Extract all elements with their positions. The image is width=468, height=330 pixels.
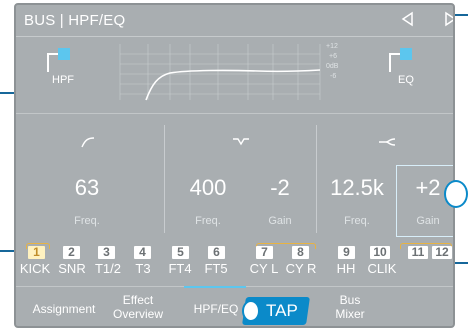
triangle-right-icon[interactable]	[440, 11, 453, 31]
page-title: BUS | HPF/EQ	[24, 12, 126, 29]
highpass-icon	[81, 137, 95, 148]
channel-8-button[interactable]: 8	[292, 246, 309, 259]
channel-7-button[interactable]: 7	[256, 246, 273, 259]
high-gain-label: Gain	[416, 215, 440, 227]
eq-graph-zone: HPF +12 +6 0dB -6 EQ	[16, 38, 453, 114]
channel-12-button[interactable]: 12	[432, 246, 452, 259]
title-bar: BUS | HPF/EQ	[16, 5, 453, 37]
channel-1-name: KICK	[19, 261, 51, 276]
hpf-slot-label: HPF	[52, 74, 74, 86]
channel-3-button[interactable]: 3	[98, 246, 115, 259]
hpf-freq-label: Freq.	[74, 215, 100, 227]
gain-touch-indicator	[444, 180, 468, 208]
device-panel: BUS | HPF/EQ HPF +12 +6 0dB -6 EQ 63 Fre…	[14, 3, 455, 328]
channel-6-name: FT5	[204, 261, 228, 276]
hpf-freq-value[interactable]: 63	[56, 175, 118, 201]
shelf-icon	[379, 138, 396, 146]
tab-label: Assignment	[32, 302, 96, 316]
divider	[316, 125, 317, 233]
tab-label: Bus	[339, 293, 361, 307]
db-label: +12	[326, 43, 338, 50]
mid-freq-label: Freq.	[195, 215, 221, 227]
tab-bar: Assignment Effect Overview HPF/EQ Bus Mi…	[16, 286, 453, 326]
triangle-left-icon[interactable]	[397, 11, 419, 31]
channel-4-name: T3	[135, 261, 151, 276]
channel-9-button[interactable]: 9	[338, 246, 355, 259]
mid-gain-label: Gain	[268, 215, 292, 227]
high-freq-value[interactable]: 12.5k	[322, 175, 392, 201]
channel-8-name: CY R	[285, 261, 317, 276]
channel-1-button[interactable]: 1	[28, 246, 45, 259]
channel-3-name: T1/2	[94, 261, 121, 276]
tab-label: HPF/EQ	[193, 302, 239, 316]
channel-2-name: SNR	[58, 261, 86, 276]
peak-icon	[233, 138, 249, 146]
channel-10-name: CLIK	[367, 261, 397, 276]
divider	[164, 125, 165, 233]
tab-bus-mixer[interactable]: Bus Mixer	[320, 287, 380, 326]
tab-label: Effect	[122, 293, 154, 307]
tab-label-line2: Overview	[112, 307, 163, 321]
db-label: 0dB	[326, 63, 339, 70]
channel-2-button[interactable]: 2	[63, 246, 80, 259]
db-label: +6	[329, 53, 337, 60]
channel-strip: 1 KICK 2 SNR 3 T1/2 4 T3 5 FT4 6 FT5 7 C…	[16, 243, 453, 286]
channel-6-button[interactable]: 6	[208, 246, 225, 259]
tap-callout-label: TAP	[266, 301, 298, 320]
eq-curve-graph[interactable]: +12 +6 0dB -6	[108, 40, 348, 102]
channel-11-button[interactable]: 11	[408, 246, 428, 259]
channel-9-name: HH	[336, 261, 356, 276]
db-label: -6	[330, 73, 337, 80]
tab-hpf-eq[interactable]: HPF/EQ	[186, 287, 246, 326]
high-freq-label: Freq.	[344, 215, 370, 227]
mid-gain-value[interactable]: -2	[250, 175, 310, 201]
tab-effect-overview[interactable]: Effect Overview	[108, 287, 168, 326]
channel-10-button[interactable]: 10	[370, 246, 390, 259]
tab-label-line2: Mixer	[335, 307, 365, 321]
channel-5-button[interactable]: 5	[172, 246, 189, 259]
tap-touch-indicator	[242, 300, 260, 322]
channel-5-name: FT4	[168, 261, 192, 276]
eq-slot-label: EQ	[398, 74, 414, 86]
channel-4-button[interactable]: 4	[134, 246, 151, 259]
eq-parameters: 63 Freq. 400 Freq. -2 Gain 12.5k Freq. +…	[16, 115, 453, 240]
tab-assignment[interactable]: Assignment	[26, 287, 102, 326]
mid-freq-value[interactable]: 400	[176, 175, 240, 201]
